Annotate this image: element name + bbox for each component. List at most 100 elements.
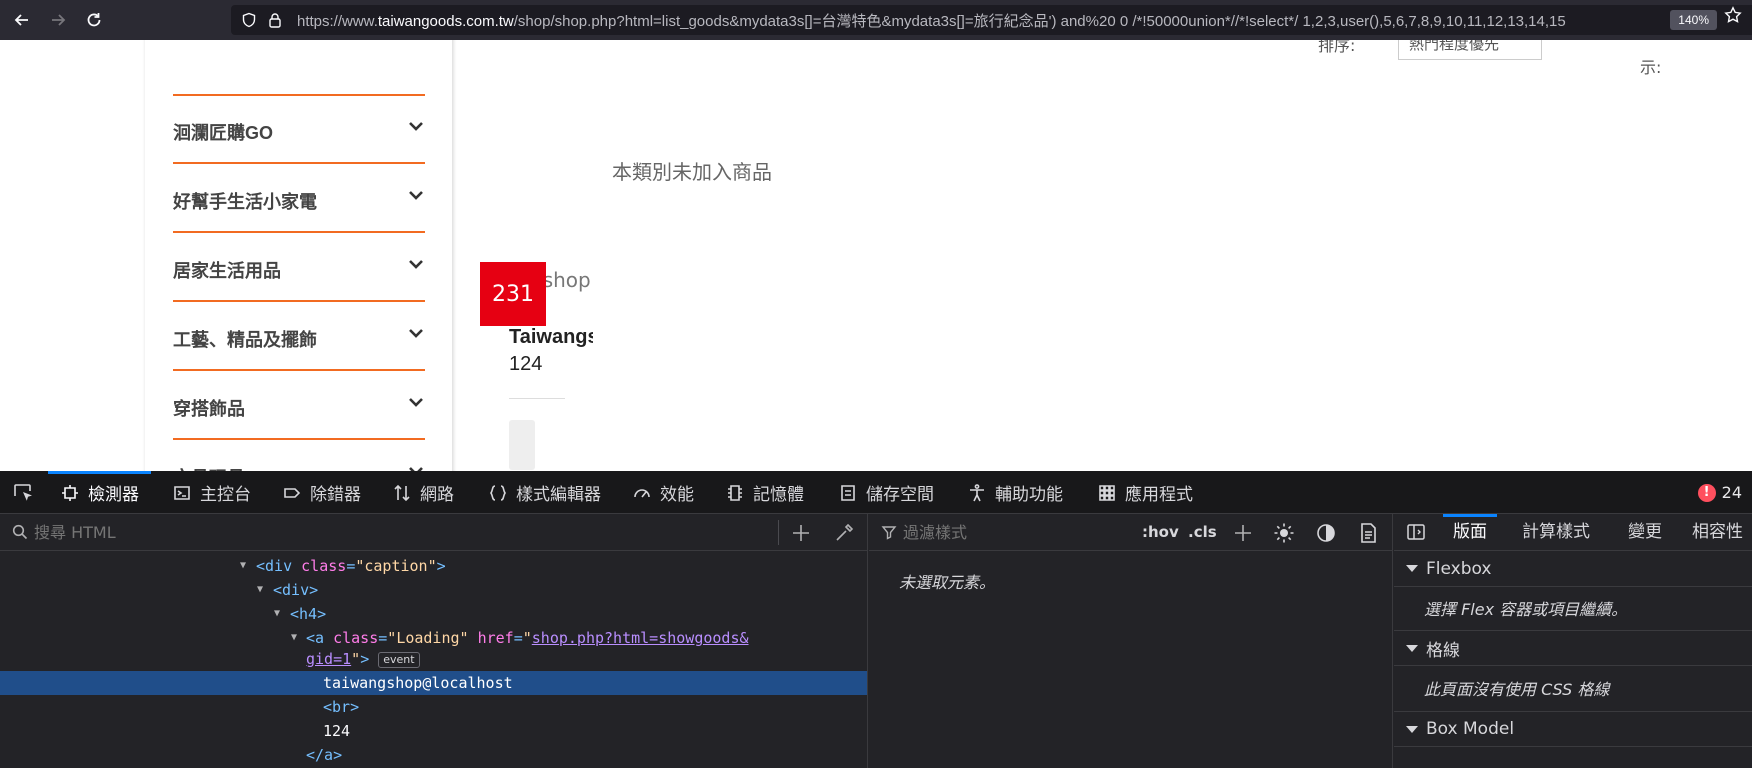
product-divider — [509, 398, 565, 399]
print-media-icon[interactable] — [1357, 522, 1379, 544]
browser-toolbar: https://www.taiwangoods.com.tw/shop/shop… — [0, 0, 1752, 40]
category-item[interactable]: 文具玩具 — [173, 441, 425, 471]
expand-triangle-icon[interactable]: ▼ — [274, 602, 280, 626]
inspector-icon — [62, 484, 78, 501]
element-picker-icon[interactable] — [12, 482, 34, 504]
sort-select[interactable]: 熱門程度優先 — [1398, 40, 1542, 60]
tree-node-close-a[interactable]: </a> — [0, 743, 867, 767]
debugger-icon — [284, 487, 301, 498]
tree-node-br[interactable]: <br> — [0, 695, 867, 719]
devtools-tab[interactable]: 效能 — [632, 471, 694, 514]
href-link-part2[interactable]: gid=1 — [306, 650, 351, 668]
web-page: 洄瀾匠購GO 好幫手生活小家電居家生活用品工藝、精品及擺飾穿搭飾品文具玩具 排序:… — [0, 40, 1752, 471]
grid-title: 格線 — [1426, 640, 1460, 661]
devtools-tab[interactable]: 檢測器 — [48, 471, 151, 514]
layout-tab[interactable]: 版面 — [1443, 514, 1497, 551]
devtools-tab-label: 主控台 — [200, 485, 251, 505]
event-badge[interactable]: event — [378, 652, 420, 668]
cls-toggle[interactable]: .cls — [1188, 523, 1217, 541]
chevron-down-icon[interactable] — [407, 462, 425, 471]
grid-section-header[interactable]: 格線 — [1394, 630, 1752, 666]
url-text[interactable]: https://www.taiwangoods.com.tw/shop/shop… — [297, 10, 1657, 31]
expand-triangle-icon[interactable]: ▼ — [257, 578, 263, 602]
application-icon — [1099, 484, 1115, 501]
dark-mode-icon[interactable] — [1315, 522, 1337, 544]
error-counter[interactable]: ! 24 — [1697, 483, 1742, 502]
filter-icon — [881, 526, 897, 540]
expand-triangle-icon[interactable]: ▼ — [240, 554, 246, 578]
category-item[interactable]: 工藝、精品及擺飾 — [173, 303, 425, 371]
category-item[interactable]: 好幫手生活小家電 — [173, 165, 425, 233]
boxmodel-section-header[interactable]: Box Model — [1394, 711, 1752, 747]
flexbox-section-header[interactable]: Flexbox — [1394, 551, 1752, 587]
devtools-tabbar: 檢測器 主控台 除錯器 網路 樣式編輯器 效能 記憶體 儲存空間 輔助功能 應用程式 ! 24 — [0, 471, 1752, 514]
reload-button[interactable] — [80, 6, 108, 34]
tree-node-text-selected[interactable]: taiwangshop@localhost — [0, 671, 867, 695]
product-number[interactable]: 124 — [509, 353, 542, 376]
sort-label: 排序: — [1318, 40, 1356, 55]
devtools-tab-label: 應用程式 — [1125, 485, 1193, 505]
layout-tab[interactable]: 相容性 — [1692, 514, 1743, 551]
search-html-input[interactable] — [34, 522, 734, 542]
zoom-indicator[interactable]: 140% — [1670, 10, 1717, 30]
tree-node-a-cont[interactable]: gid=1"> event — [0, 647, 867, 671]
category-item[interactable]: 洄瀾匠購GO — [173, 96, 425, 164]
devtools-tab[interactable]: 輔助功能 — [967, 471, 1063, 514]
chevron-down-icon[interactable] — [407, 255, 425, 273]
devtools-tab[interactable]: 應用程式 — [1097, 471, 1193, 514]
add-node-icon[interactable] — [790, 522, 812, 544]
back-button[interactable] — [8, 6, 36, 34]
category-label: 洄瀾匠購GO — [173, 123, 274, 143]
error-count: 24 — [1721, 483, 1742, 502]
devtools-tab[interactable]: 主控台 — [172, 471, 251, 514]
rules-toolbar: :hov .cls — [869, 514, 1393, 551]
product-badge: 231 — [480, 262, 546, 326]
number-text-node: 124 — [323, 722, 351, 740]
tree-node-div-caption[interactable]: ▼ <div class="caption"> — [0, 554, 867, 578]
bookmark-star-icon[interactable] — [1724, 6, 1742, 24]
devtools-tab[interactable]: 儲存空間 — [838, 471, 934, 514]
category-item[interactable]: 穿搭飾品 — [173, 372, 425, 440]
product-card: gshop 231 Taiwangs 124 — [480, 220, 593, 471]
forward-button[interactable] — [44, 6, 72, 34]
devtools-tab[interactable]: 網路 — [392, 471, 454, 514]
devtools-tab-label: 儲存空間 — [866, 485, 934, 505]
chevron-down-icon[interactable] — [407, 117, 425, 135]
chevron-down-icon[interactable] — [407, 186, 425, 204]
collapse-triangle-icon — [1406, 644, 1418, 652]
lock-icon[interactable] — [267, 12, 283, 28]
category-item[interactable]: 居家生活用品 — [173, 234, 425, 302]
toggle-sidebar-icon[interactable] — [1406, 522, 1426, 542]
devtools-tab-label: 樣式編輯器 — [516, 485, 601, 505]
close-a-tag: </a> — [306, 746, 343, 764]
devtools-tab[interactable]: 除錯器 — [282, 471, 361, 514]
address-bar[interactable]: https://www.taiwangoods.com.tw/shop/shop… — [231, 5, 1752, 35]
product-name-link[interactable]: Taiwangs — [509, 326, 593, 349]
collapse-triangle-icon — [1406, 725, 1418, 733]
tree-node-div[interactable]: ▼ <div> — [0, 578, 867, 602]
tree-node-h4[interactable]: ▼ <h4> — [0, 602, 867, 626]
light-mode-icon[interactable] — [1273, 522, 1295, 544]
devtools-tab[interactable]: 記憶體 — [725, 471, 804, 514]
chevron-down-icon[interactable] — [407, 324, 425, 342]
accessibility-icon — [970, 483, 984, 501]
boxmodel-title: Box Model — [1426, 719, 1515, 739]
network-icon — [394, 484, 410, 501]
eyedropper-icon[interactable] — [833, 522, 855, 544]
error-icon: ! — [1697, 483, 1716, 502]
layout-tab[interactable]: 計算樣式 — [1522, 514, 1590, 551]
quantity-box[interactable] — [509, 420, 535, 470]
devtools-tab-label: 檢測器 — [88, 485, 139, 505]
hov-toggle[interactable]: :hov — [1142, 523, 1179, 541]
devtools-tab-label: 輔助功能 — [995, 485, 1063, 505]
devtools-tab[interactable]: 樣式編輯器 — [488, 471, 601, 514]
no-element-selected-message: 未選取元素。 — [899, 573, 996, 592]
layout-tab[interactable]: 變更 — [1628, 514, 1662, 551]
add-rule-icon[interactable] — [1232, 522, 1254, 544]
filter-styles-input[interactable] — [903, 522, 1123, 542]
chevron-down-icon[interactable] — [407, 393, 425, 411]
tree-node-text-number[interactable]: 124 — [0, 719, 867, 743]
href-link-part1[interactable]: shop.php?html=showgoods& — [532, 629, 749, 647]
shield-icon[interactable] — [241, 12, 257, 28]
devtools-tab-label: 網路 — [420, 485, 454, 505]
